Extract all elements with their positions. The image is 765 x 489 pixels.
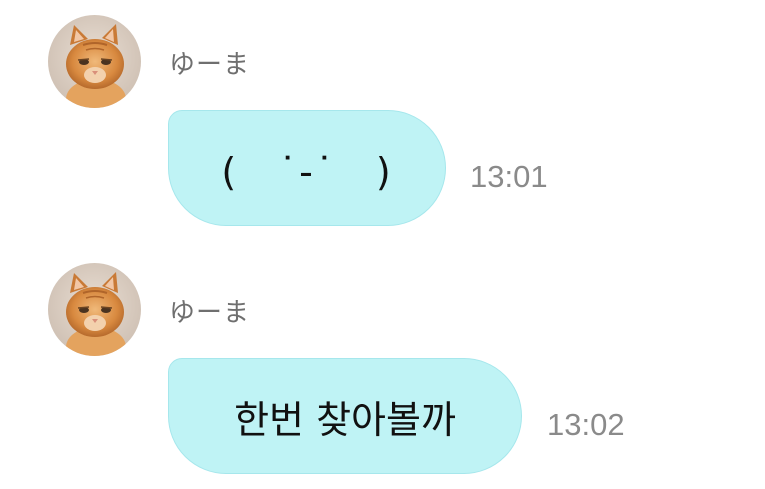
cat-avatar-icon [48,263,141,356]
cat-avatar-icon [48,15,141,108]
sender-avatar[interactable] [48,263,141,356]
message-bubble[interactable]: ( ˙-˙ ) [168,110,446,226]
message-bubble[interactable]: 한번 찾아볼까 [168,358,522,474]
message-timestamp: 13:01 [470,159,548,194]
message-timestamp: 13:02 [547,407,625,442]
chat-log: ゆーま ( ˙-˙ ) 13:01 ゆーま 한번 찾아볼까 13:02 [0,0,765,489]
message-text: 한번 찾아볼까 [234,397,456,442]
sender-name: ゆーま [169,298,251,328]
sender-avatar[interactable] [48,15,141,108]
message-row: ゆーま 한번 찾아볼까 13:02 [0,248,765,489]
message-row: ゆーま ( ˙-˙ ) 13:01 [0,0,765,240]
message-text: ( ˙-˙ ) [221,149,393,194]
sender-name: ゆーま [169,50,251,80]
